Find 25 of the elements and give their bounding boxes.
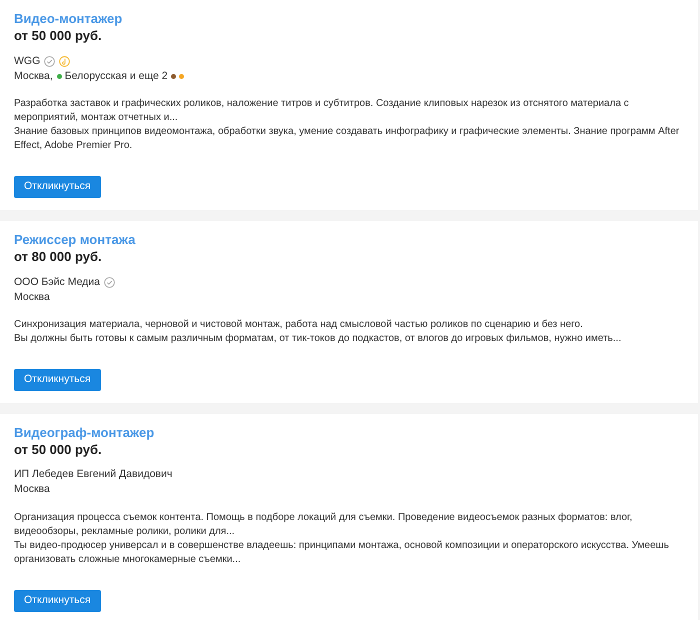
description-text: Знание базовых принципов видеомонтажа, обработки звука, умение создавать инфографику и графические элементы. Знание программ After Effect, Adobe Premier Pro. (14, 125, 680, 153)
company-name: WGG (14, 54, 40, 69)
respond-button[interactable]: Откликнуться (14, 590, 101, 612)
description-text: Вы должны быть готовы к самым различным форматам, от тик-токов до подкастов, от влогов до игровых фильмов, нужно иметь... (14, 332, 622, 346)
description-text: Организация процесса съемок контента. Помощь в подборе локаций для съемки. Проведение видеосъемок разных форматов: влог, видеообзоры, рекламные ролики, ролики для... (14, 510, 634, 539)
description-text: Синхронизация материала, черновой и чистовой монтаж, работа над смысловой частью роликов по сценарию и без него. (14, 318, 584, 332)
city: Москва (14, 482, 50, 498)
city: Москва, (14, 68, 53, 84)
salary: от 80 000 руб. (14, 248, 103, 265)
check-circle-icon (104, 276, 116, 288)
respond-button[interactable]: Откликнуться (14, 176, 101, 198)
salary: от 50 000 руб. (14, 440, 103, 458)
city: Москва (14, 290, 50, 304)
check-circle-icon (44, 56, 56, 67)
description-text: Ты видео-продюсер универсал и в совершенстве владеешь: принципами монтажа, основой композиции и операторского искусства. Умеешь организовать сложные многокамерные съемки... (14, 538, 670, 567)
salary: от 50 000 руб. (14, 27, 103, 44)
vacancy-title[interactable]: Видеограф-монтажер (14, 424, 684, 441)
medal-icon (59, 56, 70, 67)
vacancy-title[interactable]: Режиссер монтажа (14, 232, 684, 248)
metro-station: Белорусская и еще 2 (64, 68, 168, 84)
company-name: ООО Бэйс Медиа (14, 274, 100, 290)
description-text: Разработка заставок и графических роликов, наложение титров и субтитров. Создание клиповых нарезок из отснятого материала с мероприятий, монтаж отчетных и... (14, 97, 630, 125)
company-name: ИП Лебедев Евгений Давидович (14, 467, 172, 482)
vacancy-title[interactable]: Видео-монтажер (14, 11, 684, 27)
respond-button[interactable]: Откликнуться (14, 368, 101, 391)
